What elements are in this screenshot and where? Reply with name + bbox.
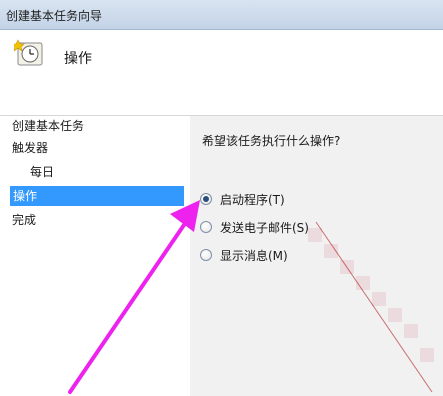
sidebar-item-label: 创建基本任务 — [12, 119, 85, 133]
option-send-email[interactable]: 发送电子邮件(S) — [200, 218, 309, 236]
sidebar-item-create-basic-task[interactable]: 创建基本任务 — [12, 116, 184, 136]
radio-show-message[interactable] — [200, 249, 212, 261]
sidebar-item-finish[interactable]: 完成 — [12, 210, 184, 230]
radio-selected-dot — [203, 196, 209, 202]
option-show-message[interactable]: 显示消息(M) — [200, 246, 288, 264]
clock-icon — [14, 39, 43, 66]
watermark-block — [404, 324, 418, 338]
option-start-program[interactable]: 启动程序(T) — [200, 190, 285, 208]
watermark-block — [340, 260, 354, 274]
sidebar-item-label: 触发器 — [12, 141, 49, 155]
sidebar-item-action[interactable]: 操作 — [10, 186, 184, 206]
watermark-block — [356, 276, 370, 290]
wizard-steps-sidebar: 创建基本任务 触发器 每日 操作 完成 — [0, 116, 190, 396]
watermark-block — [324, 244, 338, 258]
window-title: 创建基本任务向导 — [6, 9, 103, 23]
action-prompt: 希望该任务执行什么操作? — [202, 134, 341, 148]
watermark-block — [420, 348, 434, 362]
radio-start-program[interactable] — [200, 193, 212, 205]
option-label: 显示消息(M) — [220, 248, 288, 263]
sidebar-item-trigger[interactable]: 触发器 — [12, 138, 184, 158]
watermark-block — [308, 228, 322, 242]
watermark-block — [372, 292, 386, 306]
window-titlebar[interactable]: 创建基本任务向导 — [0, 0, 443, 30]
sidebar-item-label: 操作 — [13, 189, 38, 203]
radio-send-email[interactable] — [200, 221, 212, 233]
sidebar-item-label: 每日 — [30, 165, 55, 179]
wizard-content: 希望该任务执行什么操作? 启动程序(T) 发送电子邮件(S) 显示消息(M) — [190, 116, 443, 396]
wizard-header: 操作 — [0, 30, 443, 116]
sidebar-item-daily[interactable]: 每日 — [30, 162, 184, 182]
watermark-block — [388, 308, 402, 322]
option-label: 启动程序(T) — [220, 192, 285, 207]
sidebar-item-label: 完成 — [12, 213, 37, 227]
page-heading: 操作 — [64, 51, 92, 67]
option-label: 发送电子邮件(S) — [220, 220, 309, 235]
